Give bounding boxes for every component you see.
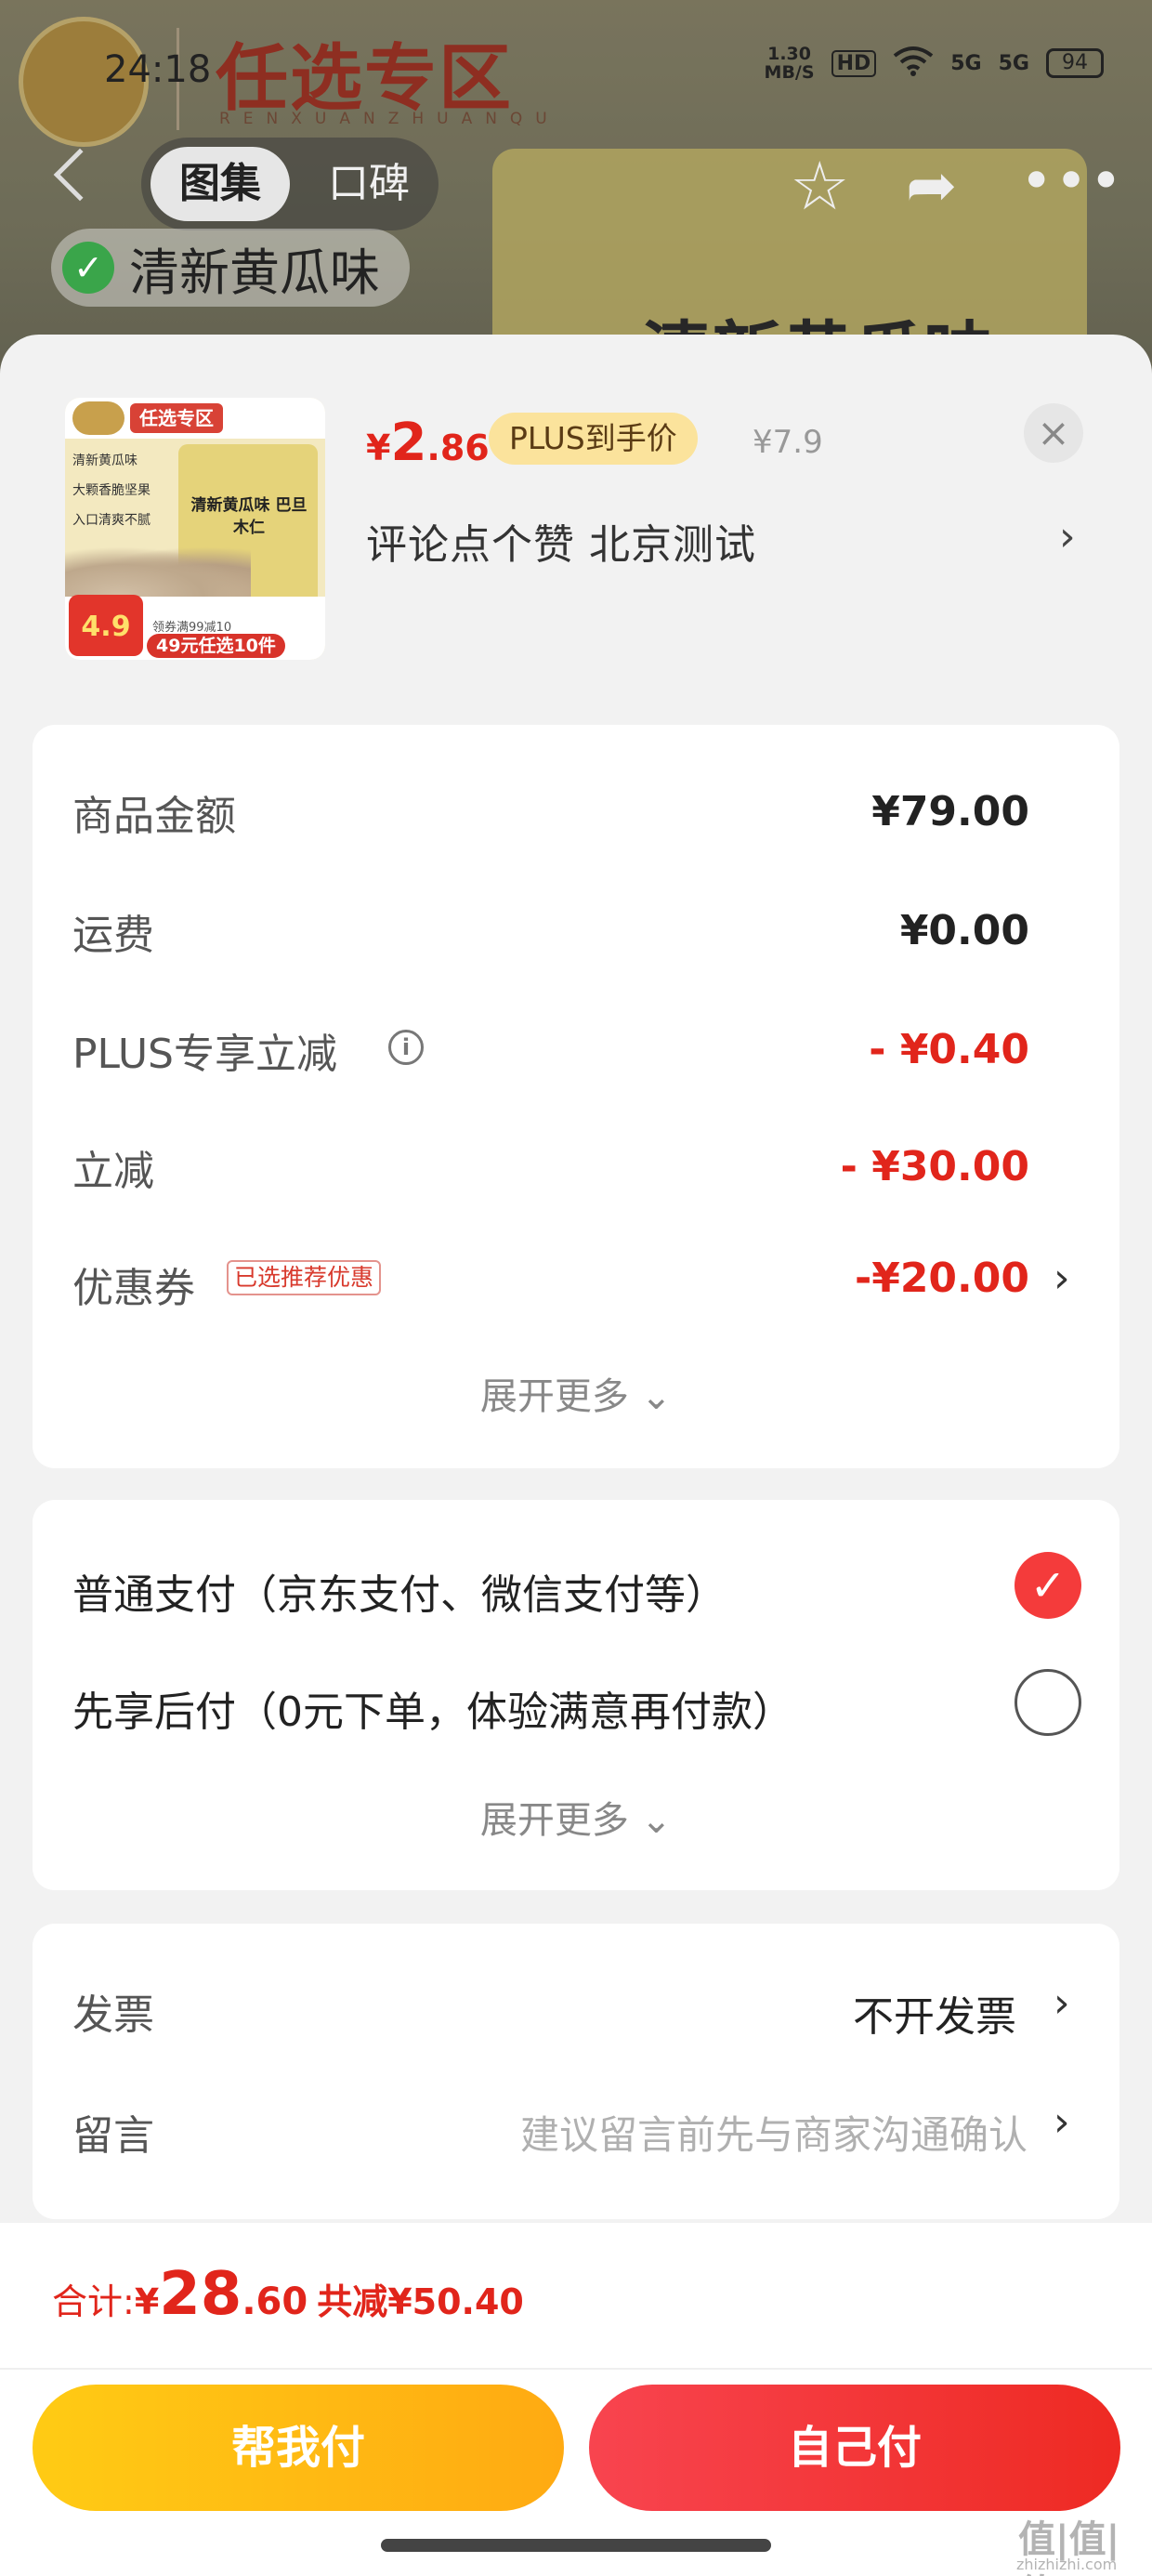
cost-value-goods: ¥79.00 (871, 788, 1029, 835)
plus-price-badge: PLUS到手价 (489, 413, 698, 465)
home-indicator[interactable] (381, 2539, 771, 2552)
tab-reviews[interactable]: 口碑 (308, 147, 429, 221)
order-total: 合计: ¥ 28 .60 共减¥50.40 (52, 2260, 524, 2329)
share-icon[interactable]: ➦ (906, 149, 957, 223)
tab-gallery[interactable]: 图集 (151, 147, 290, 221)
cost-label-plus-discount: PLUS专享立减 (72, 1031, 337, 1078)
cost-label-goods: 商品金额 (72, 793, 236, 840)
invoice-label[interactable]: 发票 (72, 1981, 154, 2041)
total-amount: 28 (159, 2260, 242, 2329)
extras-card (33, 1924, 1119, 2219)
message-input[interactable]: 建议留言前先与商家沟通确认 (520, 2104, 1028, 2161)
flavor-tag[interactable]: ✓ 清新黄瓜味 (51, 229, 410, 307)
thumb-price-note: 领券满99减10 (152, 621, 232, 635)
thumb-price-tag: 4.9 (69, 595, 143, 656)
thumb-zone-badge: 任选专区 (130, 403, 223, 433)
chevron-right-icon[interactable]: › (1059, 513, 1076, 560)
hd-icon: HD (831, 49, 877, 77)
message-label: 留言 (72, 2112, 154, 2160)
product-thumbnail: 任选专区 清新黄瓜味 大颗香脆坚果 入口清爽不腻 清新黄瓜味 巴旦木仁 4.9 … (65, 398, 325, 660)
total-label: 合计: (52, 2281, 135, 2322)
check-circle-icon: ✓ (62, 242, 114, 294)
wifi-icon (893, 45, 934, 82)
product-page-background: 任选专区 RENXUANZHUANQU 清新黄瓜味 24:18 1.30 MB/… (0, 0, 1152, 390)
cost-label-shipping: 运费 (72, 912, 154, 959)
expand-more-costs[interactable]: 展开更多 ⌄ (0, 1366, 1152, 1420)
chevron-right-icon[interactable]: › (1054, 1979, 1070, 2027)
radio-checked-icon[interactable]: ✓ (1015, 1552, 1081, 1619)
info-icon[interactable]: i (388, 1030, 424, 1065)
battery-icon: 94 (1046, 48, 1104, 78)
invoice-value[interactable]: 不开发票 (853, 1983, 1016, 2043)
pay-myself-button[interactable]: 自己付 (589, 2385, 1120, 2511)
favorite-star-icon[interactable]: ☆ (790, 149, 850, 223)
signal-5g-icon-2: 5G (998, 51, 1029, 75)
chevron-right-icon[interactable]: › (1054, 2098, 1070, 2146)
close-button[interactable]: × (1024, 403, 1083, 463)
spec-selector[interactable]: 评论点个赞 北京测试 (366, 511, 756, 571)
cost-value-plus-discount: - ¥0.40 (869, 1026, 1029, 1073)
status-time: 24:18 (104, 48, 212, 91)
flavor-label: 清新黄瓜味 (129, 243, 380, 302)
thumb-pack-title: 清新黄瓜味 巴旦木仁 (190, 496, 308, 537)
more-icon[interactable]: ••• (1020, 149, 1124, 214)
help-me-pay-button[interactable]: 帮我付 (33, 2385, 564, 2511)
network-speed: 1.30 MB/S (764, 44, 815, 83)
coupon-recommended-tag: 已选推荐优惠 (227, 1260, 382, 1295)
payment-option-normal[interactable]: 普通支付（京东支付、微信支付等） (72, 1561, 727, 1621)
original-price: ¥7.9 (753, 424, 823, 461)
cost-value-instant-discount: - ¥30.00 (840, 1143, 1029, 1190)
divider (0, 2368, 1152, 2370)
expand-more-payment[interactable]: 展开更多 ⌄ (0, 1790, 1152, 1844)
gallery-tabs: 图集 口碑 (141, 138, 439, 230)
product-price: ¥ 2 .86 (366, 413, 490, 473)
payment-option-pay-later[interactable]: 先享后付（0元下单，体验满意再付款） (72, 1678, 793, 1738)
cost-label-coupon[interactable]: 优惠券 (72, 1255, 195, 1314)
watermark-url: zhizhizhi.com (1016, 2556, 1118, 2573)
cost-label-instant-discount: 立减 (72, 1148, 154, 1195)
total-savings: 共减¥50.40 (317, 2281, 524, 2322)
thumb-feature-list: 清新黄瓜味 大颗香脆坚果 入口清爽不腻 (72, 453, 151, 528)
signal-5g-icon: 5G (950, 51, 982, 75)
status-icons: 1.30 MB/S HD 5G 5G 94 (765, 45, 1104, 82)
cost-value-shipping: ¥0.00 (899, 907, 1029, 954)
thumb-price-bar: 49元任选10件 (147, 634, 285, 658)
chevron-right-icon[interactable]: › (1054, 1255, 1070, 1302)
cost-value-coupon[interactable]: -¥20.00 (855, 1255, 1029, 1302)
radio-unchecked-icon[interactable] (1015, 1669, 1081, 1736)
thumb-brand-logo (72, 401, 124, 435)
